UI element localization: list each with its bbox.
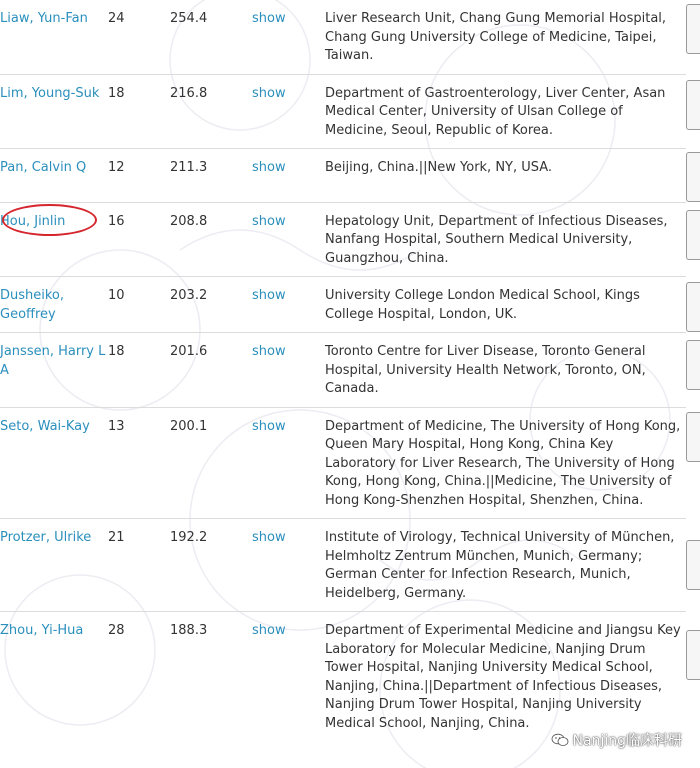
table-row: Liaw, Yun-Fan 24 254.4 show Liver Resear… <box>0 0 686 75</box>
watermark: Nanjing临床科研 <box>551 730 682 750</box>
publication-count: 21 <box>108 530 125 545</box>
score-value: 254.4 <box>170 11 208 26</box>
publication-count: 28 <box>108 623 125 638</box>
affiliation-text: Department of Experimental Medicine and … <box>325 623 681 731</box>
author-name-link[interactable]: Janssen, Harry L A <box>0 344 105 378</box>
watermark-text: Nanjing临床科研 <box>572 733 682 749</box>
author-name-link[interactable]: Dusheiko, Geoffrey <box>0 288 64 322</box>
author-name-link[interactable]: Protzer, Ulrike <box>0 530 91 545</box>
show-link[interactable]: show <box>252 214 286 229</box>
show-link[interactable]: show <box>252 86 286 101</box>
publication-count: 18 <box>108 344 125 359</box>
table-row: Janssen, Harry L A 18 201.6 show Toronto… <box>0 332 686 408</box>
publication-count: 13 <box>108 418 125 434</box>
affiliation-text: Beijing, China.||New York, NY, USA. <box>325 160 553 175</box>
show-link[interactable]: show <box>252 11 286 26</box>
author-name-link[interactable]: Liaw, Yun-Fan <box>0 11 88 26</box>
score-value: 188.3 <box>170 623 208 638</box>
show-link[interactable]: show <box>252 288 286 303</box>
row-action-button[interactable] <box>686 210 700 260</box>
author-name-link[interactable]: Seto, Wai-Kay <box>0 419 90 434</box>
author-name-link[interactable]: Zhou, Yi-Hua <box>0 623 83 638</box>
table-row: Hou, Jinlin 16 208.8 show Hepatology Uni… <box>0 202 686 277</box>
row-action-button[interactable] <box>686 540 700 590</box>
score-value: 200.1 <box>170 418 208 434</box>
affiliation-text: Department of Gastroenterology, Liver Ce… <box>325 85 666 138</box>
publication-count: 10 <box>108 288 125 303</box>
score-value: 192.2 <box>170 530 208 545</box>
show-link[interactable]: show <box>252 160 286 175</box>
row-action-button[interactable] <box>686 80 700 130</box>
table-row: Zhou, Yi-Hua 28 188.3 show Department of… <box>0 612 686 742</box>
publication-count: 12 <box>108 160 125 175</box>
show-link[interactable]: show <box>252 419 286 434</box>
row-action-button[interactable] <box>686 412 700 462</box>
score-value: 203.2 <box>170 288 208 303</box>
score-value: 208.8 <box>170 213 208 229</box>
table-row: Pan, Calvin Q 12 211.3 show Beijing, Chi… <box>0 148 686 203</box>
affiliation-text: Toronto Centre for Liver Disease, Toront… <box>325 344 646 396</box>
row-action-button[interactable] <box>686 282 700 332</box>
score-value: 216.8 <box>170 85 208 101</box>
affiliation-text: Liver Research Unit, Chang Gung Memorial… <box>325 11 667 63</box>
affiliation-text: Institute of Virology, Technical Univers… <box>325 530 675 601</box>
table-row: Protzer, Ulrike 21 192.2 show Institute … <box>0 518 686 612</box>
score-value: 211.3 <box>170 160 208 175</box>
author-name-link[interactable]: Hou, Jinlin <box>0 214 65 229</box>
affiliation-text: University College London Medical School… <box>325 288 640 322</box>
row-action-button[interactable] <box>686 4 700 54</box>
show-link[interactable]: show <box>252 344 286 359</box>
results-body: Liaw, Yun-Fan 24 254.4 show Liver Resear… <box>0 0 686 741</box>
affiliation-text: Department of Medicine, The University o… <box>325 418 681 508</box>
wechat-icon <box>551 733 568 746</box>
show-link[interactable]: show <box>252 623 286 638</box>
table-row: Seto, Wai-Kay 13 200.1 show Department o… <box>0 407 686 519</box>
table-row: Dusheiko, Geoffrey 10 203.2 show Univers… <box>0 276 686 333</box>
affiliation-text: Hepatology Unit, Department of Infectiou… <box>325 213 668 266</box>
row-action-button[interactable] <box>686 340 700 390</box>
publication-count: 18 <box>108 85 125 101</box>
show-link[interactable]: show <box>252 530 286 545</box>
table-row: Lim, Young-Suk 18 216.8 show Department … <box>0 74 686 149</box>
author-name-link[interactable]: Lim, Young-Suk <box>0 86 99 101</box>
row-action-button[interactable] <box>686 152 700 202</box>
right-button-column <box>686 0 700 768</box>
results-table: Liaw, Yun-Fan 24 254.4 show Liver Resear… <box>0 0 686 741</box>
publication-count: 16 <box>108 213 125 229</box>
publication-count: 24 <box>108 11 125 26</box>
author-name-link[interactable]: Pan, Calvin Q <box>0 160 86 175</box>
row-action-button[interactable] <box>686 630 700 680</box>
score-value: 201.6 <box>170 344 208 359</box>
